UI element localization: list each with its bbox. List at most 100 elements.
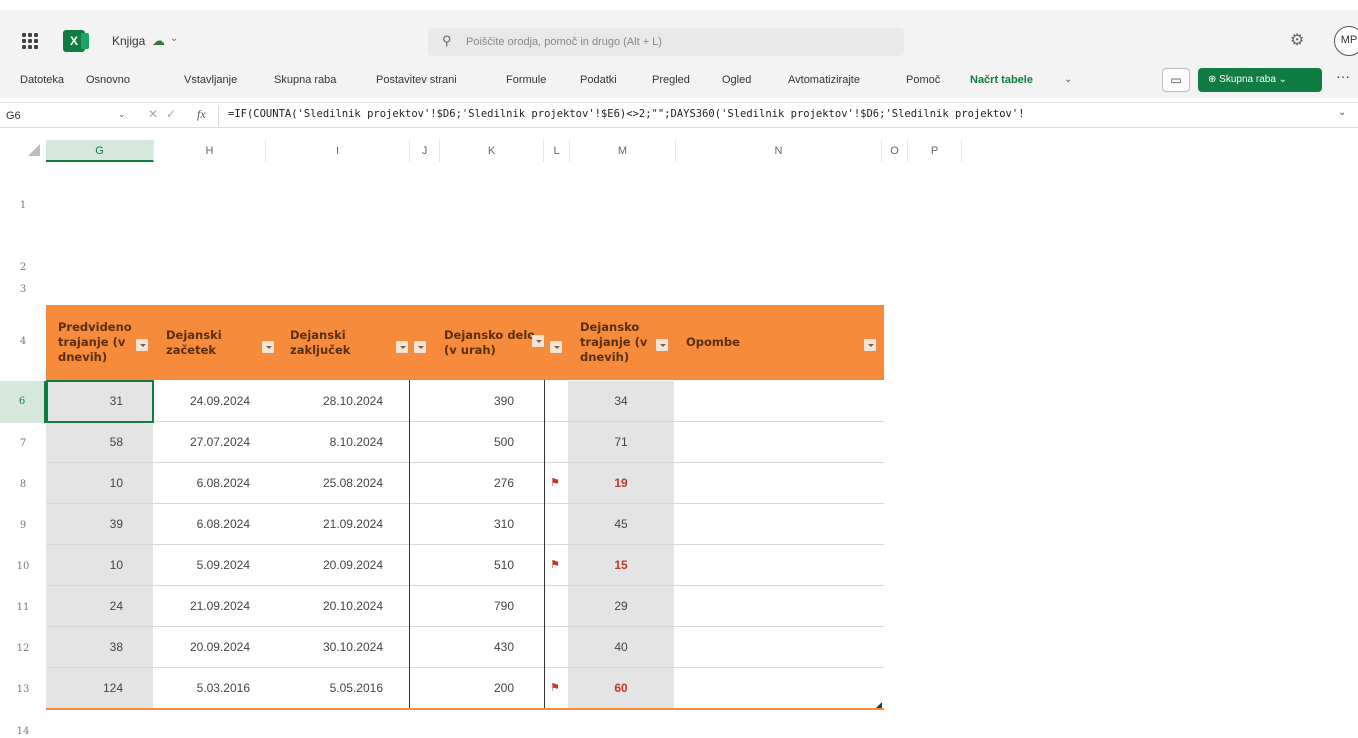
row-header-2[interactable]: 2 xyxy=(0,262,46,273)
search-box[interactable]: ⚲ Poiščite orodja, pomoč in drugo (Alt +… xyxy=(428,28,904,56)
tab-pomoc[interactable]: Pomoč xyxy=(906,74,940,86)
cell-dejanski-zakljucek[interactable]: 5.05.2016 xyxy=(266,668,409,708)
document-title[interactable]: Knjiga xyxy=(112,34,145,48)
ribbon-expand-chevron-icon[interactable]: ⌄ xyxy=(1064,74,1072,85)
cell-dejansko-delo[interactable]: 310 xyxy=(409,504,544,544)
filter-dropdown-g[interactable] xyxy=(136,339,148,351)
column-header-g[interactable]: G xyxy=(46,140,154,162)
tab-nacrt-tabele[interactable]: Načrt tabele xyxy=(970,74,1033,86)
cell-dejansko-trajanje[interactable]: 15 xyxy=(568,545,674,585)
cell-dejansko-delo[interactable]: 200 xyxy=(409,668,544,708)
tab-vstavljanje[interactable]: Vstavljanje xyxy=(184,74,237,86)
tab-podatki[interactable]: Podatki xyxy=(580,74,617,86)
column-header-k[interactable]: K xyxy=(440,140,544,162)
tab-ogled[interactable]: Ogled xyxy=(722,74,751,86)
cell-dejanski-zakljucek[interactable]: 20.10.2024 xyxy=(266,586,409,626)
comments-button[interactable]: ▭ xyxy=(1162,68,1190,92)
select-all-corner[interactable] xyxy=(28,144,40,156)
cell-opombe[interactable] xyxy=(674,668,884,708)
row-header-11[interactable]: 11 xyxy=(0,602,46,613)
row-header-7[interactable]: 7 xyxy=(0,438,46,449)
cell-dejanski-zakljucek[interactable]: 20.09.2024 xyxy=(266,545,409,585)
row-header-10[interactable]: 10 xyxy=(0,561,46,572)
tab-osnovno[interactable]: Osnovno xyxy=(86,74,130,86)
cell-dejansko-trajanje[interactable]: 29 xyxy=(568,586,674,626)
tab-postavitev-strani[interactable]: Postavitev strani xyxy=(376,74,457,86)
cell-predvideno-trajanje[interactable]: 24 xyxy=(46,586,153,626)
enter-check-icon[interactable]: ✓ xyxy=(166,107,176,121)
cell-dejansko-trajanje[interactable]: 60 xyxy=(568,668,674,708)
expand-formula-bar-icon[interactable]: ⌄ xyxy=(1338,107,1346,118)
share-button[interactable]: ⊕ Skupna raba ⌄ xyxy=(1198,68,1322,92)
column-header-m[interactable]: M xyxy=(570,140,676,162)
column-header-p[interactable]: P xyxy=(908,140,962,162)
cell-predvideno-trajanje[interactable]: 58 xyxy=(46,422,153,462)
active-cell-g6[interactable] xyxy=(46,380,154,423)
excel-logo-icon[interactable]: X xyxy=(63,30,89,52)
cell-dejanski-zacetek[interactable]: 24.09.2024 xyxy=(153,381,266,421)
column-header-n[interactable]: N xyxy=(676,140,882,162)
cell-dejansko-trajanje[interactable]: 34 xyxy=(568,381,674,421)
filter-dropdown-j[interactable] xyxy=(414,341,426,353)
table-resize-handle[interactable] xyxy=(876,702,882,708)
formula-input[interactable]: =IF(COUNTA('Sledilnik projektov'!$D6;'Sl… xyxy=(228,108,1328,120)
cell-dejansko-delo[interactable]: 390 xyxy=(409,381,544,421)
cell-dejansko-trajanje[interactable]: 19 xyxy=(568,463,674,503)
more-options-button[interactable]: ··· xyxy=(1336,68,1350,84)
cell-predvideno-trajanje[interactable]: 10 xyxy=(46,545,153,585)
row-header-3[interactable]: 3 xyxy=(0,284,46,295)
row-header-1[interactable]: 1 xyxy=(0,200,46,211)
cell-dejansko-delo[interactable]: 790 xyxy=(409,586,544,626)
column-header-l[interactable]: L xyxy=(544,140,570,162)
cell-dejanski-zacetek[interactable]: 21.09.2024 xyxy=(153,586,266,626)
cell-opombe[interactable] xyxy=(674,381,884,421)
cell-opombe[interactable] xyxy=(674,545,884,585)
filter-dropdown-n[interactable] xyxy=(864,339,876,351)
cell-predvideno-trajanje[interactable]: 39 xyxy=(46,504,153,544)
cell-dejanski-zakljucek[interactable]: 30.10.2024 xyxy=(266,627,409,667)
cell-opombe[interactable] xyxy=(674,586,884,626)
row-header-13[interactable]: 13 xyxy=(0,684,46,695)
cloud-saved-icon[interactable]: ☁ xyxy=(152,33,165,49)
row-header-4[interactable]: 4 xyxy=(0,336,46,347)
cell-dejansko-trajanje[interactable]: 71 xyxy=(568,422,674,462)
column-header-h[interactable]: H xyxy=(154,140,266,162)
insert-function-icon[interactable]: fx xyxy=(197,107,206,122)
row-header-9[interactable]: 9 xyxy=(0,520,46,531)
tab-datoteka[interactable]: Datoteka xyxy=(20,74,64,86)
cell-predvideno-trajanje[interactable]: 10 xyxy=(46,463,153,503)
cell-opombe[interactable] xyxy=(674,504,884,544)
cancel-icon[interactable]: ✕ xyxy=(148,107,158,121)
cell-dejansko-trajanje[interactable]: 40 xyxy=(568,627,674,667)
row-header-6[interactable]: 6 xyxy=(0,381,46,423)
filter-dropdown-i[interactable] xyxy=(396,341,408,353)
row-header-8[interactable]: 8 xyxy=(0,479,46,490)
cell-dejansko-delo[interactable]: 510 xyxy=(409,545,544,585)
cell-dejanski-zakljucek[interactable]: 21.09.2024 xyxy=(266,504,409,544)
avatar[interactable]: MP xyxy=(1334,26,1358,56)
row-header-14[interactable]: 14 xyxy=(0,726,46,737)
settings-icon[interactable]: ⚙ xyxy=(1290,30,1304,50)
chevron-down-icon[interactable]: ⌄ xyxy=(118,109,126,120)
column-header-j[interactable]: J xyxy=(410,140,440,162)
tab-skupna-raba[interactable]: Skupna raba xyxy=(274,74,336,86)
cell-dejanski-zacetek[interactable]: 6.08.2024 xyxy=(153,463,266,503)
cell-dejansko-delo[interactable]: 276 xyxy=(409,463,544,503)
cell-dejanski-zakljucek[interactable]: 8.10.2024 xyxy=(266,422,409,462)
cell-dejansko-trajanje[interactable]: 45 xyxy=(568,504,674,544)
cell-dejanski-zacetek[interactable]: 6.08.2024 xyxy=(153,504,266,544)
cell-opombe[interactable] xyxy=(674,463,884,503)
filter-dropdown-k[interactable] xyxy=(532,335,544,347)
column-header-o[interactable]: O xyxy=(882,140,908,162)
filter-dropdown-l[interactable] xyxy=(550,341,562,353)
cell-dejanski-zacetek[interactable]: 27.07.2024 xyxy=(153,422,266,462)
tab-avtomatizirajte[interactable]: Avtomatizirajte xyxy=(788,74,860,86)
cell-predvideno-trajanje[interactable]: 38 xyxy=(46,627,153,667)
cell-dejanski-zakljucek[interactable]: 25.08.2024 xyxy=(266,463,409,503)
cell-dejanski-zakljucek[interactable]: 28.10.2024 xyxy=(266,381,409,421)
name-box[interactable]: G6 xyxy=(2,107,132,125)
cell-dejansko-delo[interactable]: 430 xyxy=(409,627,544,667)
cell-opombe[interactable] xyxy=(674,627,884,667)
cell-dejanski-zacetek[interactable]: 5.03.2016 xyxy=(153,668,266,708)
filter-dropdown-h[interactable] xyxy=(262,341,274,353)
